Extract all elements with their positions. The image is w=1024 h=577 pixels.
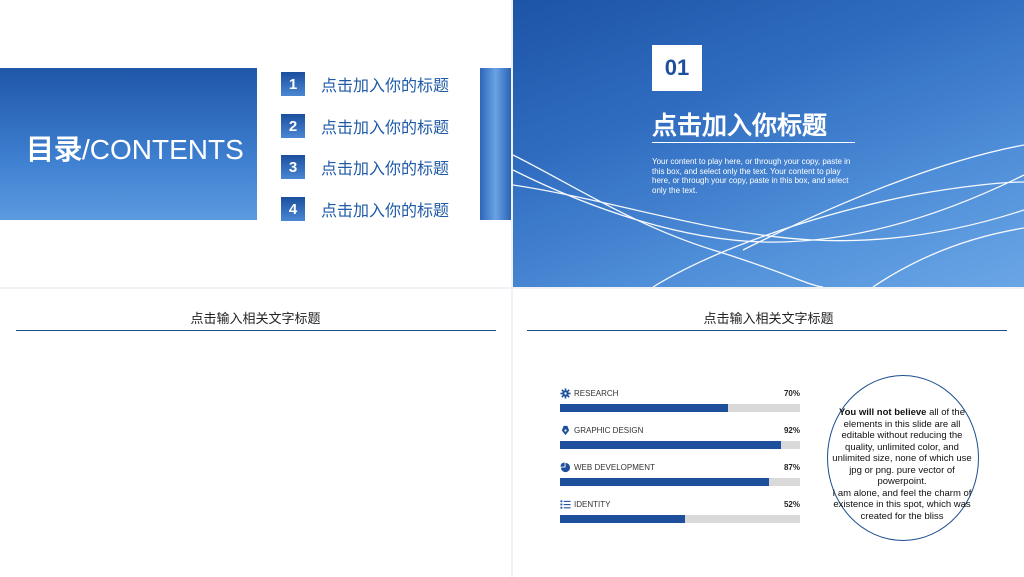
skill-percent: 70%	[783, 389, 800, 398]
toc-item-3[interactable]: 3 点击加入你的标题	[281, 155, 449, 179]
pen-nib-icon	[561, 425, 570, 436]
circle-text: You will not believe all of the elements…	[829, 407, 975, 522]
toc-item-4[interactable]: 4 点击加入你的标题	[281, 197, 449, 221]
progress-fill	[560, 404, 728, 412]
skill-web-development: WEB DEVELOPMENT 87%	[560, 462, 800, 486]
progress-track	[560, 515, 800, 523]
slide-section[interactable]: 01 点击加入你标题 Your content to play here, or…	[513, 0, 1024, 287]
slide-blank[interactable]: 点击输入相关文字标题	[0, 289, 511, 577]
skill-percent: 52%	[783, 500, 800, 509]
skill-identity: IDENTITY 52%	[560, 499, 800, 523]
title-rule	[16, 330, 496, 331]
progress-track	[560, 478, 800, 486]
contents-title: 目录/CONTENTS	[26, 128, 244, 168]
slide-skills[interactable]: 点击输入相关文字标题 RESEARCH 70% GRAPHIC DESIGN 9…	[513, 289, 1024, 577]
contents-title-bold: 目录	[26, 134, 83, 165]
slide-contents[interactable]: 目录/CONTENTS 1 点击加入你的标题 2 点击加入你的标题 3 点击加入…	[0, 0, 511, 287]
skill-name: RESEARCH	[574, 389, 619, 398]
skill-research: RESEARCH 70%	[560, 388, 800, 412]
toc-label: 点击加入你的标题	[321, 161, 450, 178]
title-rule	[527, 330, 1007, 331]
progress-fill	[560, 515, 685, 523]
toc-item-1[interactable]: 1 点击加入你的标题	[281, 72, 449, 96]
pie-chart-icon	[560, 462, 571, 473]
toc-number: 3	[281, 155, 305, 179]
section-number: 01	[652, 45, 702, 91]
slide-title: 点击输入相关文字标题	[703, 311, 834, 326]
title-underline	[652, 142, 855, 143]
decorative-curves	[513, 144, 1024, 287]
skill-name: WEB DEVELOPMENT	[574, 463, 655, 472]
toc-number: 4	[281, 197, 305, 221]
gear-icon	[560, 388, 571, 399]
skill-percent: 87%	[783, 463, 800, 472]
section-title: 点击加入你标题	[652, 112, 828, 140]
progress-track	[560, 404, 800, 412]
circle-text-bold: You will not believe	[838, 407, 927, 418]
toc-number: 2	[281, 114, 305, 138]
skill-graphic-design: GRAPHIC DESIGN 92%	[560, 425, 800, 449]
skill-name: GRAPHIC DESIGN	[574, 426, 644, 435]
slide-title: 点击输入相关文字标题	[190, 311, 321, 326]
section-body-text: Your content to play here, or through yo…	[652, 157, 851, 195]
skill-percent: 92%	[783, 426, 800, 435]
circle-text-body: all of the elements in this slide are al…	[832, 407, 972, 487]
toc-label: 点击加入你的标题	[321, 78, 450, 95]
progress-track	[560, 441, 800, 449]
decorative-strip	[480, 68, 511, 220]
skill-name: IDENTITY	[574, 500, 611, 509]
toc-label: 点击加入你的标题	[321, 120, 450, 137]
toc-number: 1	[281, 72, 305, 96]
toc-label: 点击加入你的标题	[321, 203, 450, 220]
circle-text-body-2: I am alone, and feel the charm of existe…	[832, 487, 972, 522]
list-icon	[560, 500, 571, 509]
progress-fill	[560, 478, 769, 486]
contents-title-rest: /CONTENTS	[82, 134, 244, 165]
progress-fill	[560, 441, 781, 449]
toc-item-2[interactable]: 2 点击加入你的标题	[281, 114, 449, 138]
